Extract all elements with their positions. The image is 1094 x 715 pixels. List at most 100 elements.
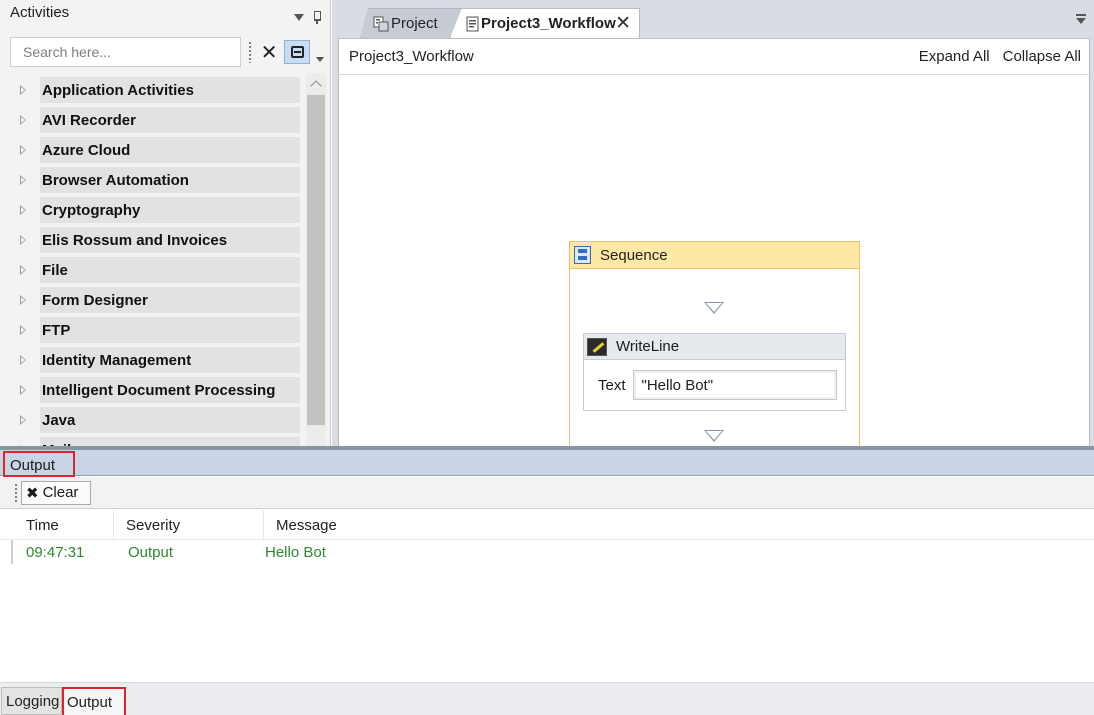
drop-target-icon[interactable] [704,430,724,442]
activity-category[interactable]: AVI Recorder [8,105,300,135]
activities-list: Application Activities AVI Recorder Azur… [8,75,300,446]
activity-category[interactable]: Mail [8,435,300,446]
document-tabs: Project Project3_Workflow ✕ [332,8,1094,38]
cell-severity: Output [128,543,174,561]
expand-arrow-icon[interactable] [20,295,26,305]
activities-search-input[interactable]: Search here... [10,37,242,67]
column-header-severity[interactable]: Severity [114,510,264,539]
expand-arrow-icon[interactable] [20,325,26,335]
tab-logging[interactable]: Logging [1,687,62,715]
tab-label: Project3_Workflow [481,15,616,32]
category-label: Identity Management [40,347,300,373]
writeline-icon [587,337,607,356]
expand-arrow-icon[interactable] [20,415,26,425]
breadcrumb[interactable]: Project3_Workflow [349,48,474,65]
scroll-thumb[interactable] [307,95,325,425]
activities-title: Activities [10,4,70,21]
clear-button[interactable]: ✖ Clear [21,480,91,505]
pin-icon[interactable] [312,11,322,24]
sequence-title: Sequence [600,246,668,264]
column-header-time[interactable]: Time [0,510,114,539]
category-label: Azure Cloud [40,137,300,163]
activities-scrollbar[interactable] [306,73,326,446]
activity-category[interactable]: Java [8,405,300,435]
category-label: Elis Rossum and Invoices [40,227,300,253]
activity-category[interactable]: Intelligent Document Processing [8,375,300,405]
activity-category[interactable]: Cryptography [8,195,300,225]
expand-arrow-icon[interactable] [20,385,26,395]
toolbar-grip-icon [248,41,253,63]
activity-category[interactable]: Azure Cloud [8,135,300,165]
sequence-icon [574,246,591,264]
cell-time: 09:47:31 [26,543,85,561]
category-label: AVI Recorder [40,107,300,133]
workflow-doc-icon [466,16,479,32]
sequence-activity[interactable]: Sequence WriteLine Text "Hello Bot" [569,241,860,461]
category-label: Cryptography [40,197,300,223]
category-label: Browser Automation [40,167,300,193]
expand-arrow-icon[interactable] [20,85,26,95]
expand-arrow-icon[interactable] [20,175,26,185]
project-icon [373,16,389,32]
designer-header: Project3_Workflow Expand All Collapse Al… [339,39,1089,75]
output-panel-title: Output [3,451,75,477]
expand-arrow-icon[interactable] [20,235,26,245]
output-grid: Time Severity Message 09:47:31 Output He… [0,510,1094,682]
collapse-all-button[interactable] [284,40,310,64]
activity-category[interactable]: Application Activities [8,75,300,105]
output-toolbar: ✖ Clear [0,477,1094,509]
tab-overflow-icon[interactable] [1076,14,1086,24]
sequence-header[interactable]: Sequence [570,242,859,269]
category-label: Java [40,407,300,433]
text-field-input[interactable]: "Hello Bot" [632,370,837,400]
bottom-tab-strip: Logging Output [0,682,1094,715]
category-label: Mail [40,437,300,446]
tab-label: Project [391,15,438,32]
expand-arrow-icon[interactable] [20,265,26,275]
expand-arrow-icon[interactable] [20,115,26,125]
clear-search-button[interactable]: ✕ [258,41,280,64]
document-area: Project Project3_Workflow ✕ Project3_Wor… [332,0,1094,461]
column-header-message[interactable]: Message [264,510,1084,539]
cell-message: Hello Bot [265,543,326,561]
toolbar-grip-icon [14,482,18,503]
activity-category[interactable]: Elis Rossum and Invoices [8,225,300,255]
close-icon[interactable]: ✕ [615,12,631,35]
activity-category[interactable]: Form Designer [8,285,300,315]
category-label: Form Designer [40,287,300,313]
category-label: FTP [40,317,300,343]
activity-category[interactable]: FTP [8,315,300,345]
activities-panel: Activities Search here... ✕ Application … [0,0,331,446]
workflow-designer: Project3_Workflow Expand All Collapse Al… [338,38,1090,461]
toolbar-overflow-icon[interactable] [315,56,324,62]
writeline-activity[interactable]: WriteLine Text "Hello Bot" [583,333,846,411]
expand-arrow-icon[interactable] [20,145,26,155]
table-row[interactable]: 09:47:31 Output Hello Bot [11,540,1094,564]
category-label: File [40,257,300,283]
writeline-body: Text "Hello Bot" [584,360,845,400]
output-grid-header: Time Severity Message [0,510,1094,540]
activity-category[interactable]: Browser Automation [8,165,300,195]
category-label: Intelligent Document Processing [40,377,300,403]
activity-category[interactable]: Identity Management [8,345,300,375]
activities-title-bar: Activities [0,0,330,30]
expand-arrow-icon[interactable] [20,205,26,215]
category-label: Application Activities [40,77,300,103]
writeline-header[interactable]: WriteLine [584,334,845,360]
clear-x-icon: ✖ [26,484,39,502]
text-field-label: Text [598,376,626,394]
activities-search-row: Search here... ✕ [10,36,324,68]
tab-project3-workflow[interactable]: Project3_Workflow ✕ [450,8,640,38]
activity-category[interactable]: File [8,255,300,285]
scroll-up-icon[interactable] [306,73,326,93]
writeline-title: WriteLine [616,338,680,355]
expand-arrow-icon[interactable] [20,355,26,365]
collapse-icon [290,46,304,58]
expand-all-link[interactable]: Expand All [919,48,990,65]
collapse-all-link[interactable]: Collapse All [1003,48,1081,65]
tab-output[interactable]: Output [62,687,126,715]
drop-target-icon[interactable] [704,302,724,314]
clear-label: Clear [42,484,79,501]
panel-menu-icon[interactable] [294,13,304,21]
output-title-bar: Output [0,450,1094,477]
